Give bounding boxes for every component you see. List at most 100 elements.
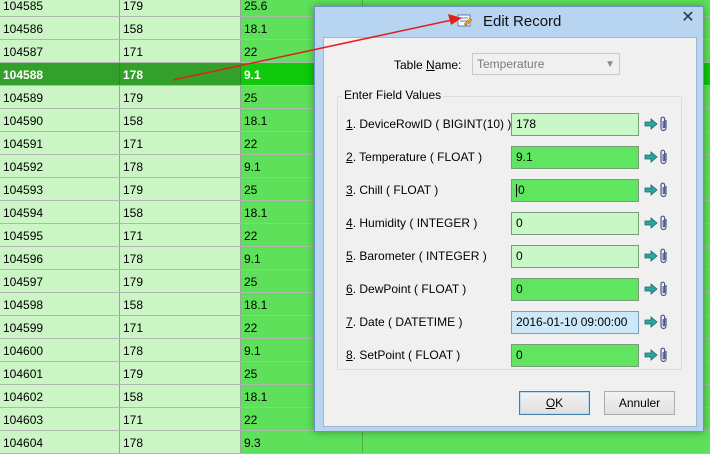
cell-id[interactable]: 104598 [0,293,120,315]
arrow-right-icon[interactable] [644,216,658,230]
cell-device[interactable]: 171 [120,132,241,154]
cell-id[interactable]: 104594 [0,201,120,223]
cell-device[interactable]: 179 [120,362,241,384]
field-input[interactable]: 0 [511,278,639,301]
cell-id[interactable]: 104597 [0,270,120,292]
arrow-right-icon[interactable] [644,183,658,197]
cell-id[interactable]: 104588 [0,63,120,85]
cell-blank[interactable] [363,431,710,453]
field-input[interactable]: 178 [511,113,639,136]
field-label: 6. DewPoint ( FLOAT ) [346,282,467,296]
cancel-button[interactable]: Annuler [604,391,675,415]
paperclip-icon[interactable] [659,313,669,331]
field-label: 8. SetPoint ( FLOAT ) [346,348,461,362]
arrow-right-icon[interactable] [644,249,658,263]
arrow-right-icon[interactable] [644,282,658,296]
dialog-body: Table Name: Temperature ▼ Enter Field Va… [323,37,697,427]
cell-device[interactable]: 179 [120,178,241,200]
cell-device[interactable]: 171 [120,408,241,430]
field-row: 7. Date ( DATETIME ) 2016-01-10 09:00:00 [338,311,681,335]
field-row: 1. DeviceRowID ( BIGINT(10) ) 178 [338,113,681,137]
field-input[interactable]: 2016-01-10 09:00:00 [511,311,639,334]
field-row: 3. Chill ( FLOAT ) 0 [338,179,681,203]
edit-record-dialog: Edit Record ✕ Table Name: Temperature ▼ … [314,6,704,432]
cell-device[interactable]: 178 [120,247,241,269]
text-cursor [516,184,517,198]
paperclip-icon[interactable] [659,214,669,232]
paperclip-icon[interactable] [659,346,669,364]
cell-id[interactable]: 104591 [0,132,120,154]
dialog-titlebar[interactable]: Edit Record ✕ [315,7,703,37]
cell-device[interactable]: 171 [120,224,241,246]
field-value: 0 [516,348,523,362]
cell-temperature[interactable]: 9.3 [241,431,363,453]
cell-id[interactable]: 104603 [0,408,120,430]
cell-id[interactable]: 104592 [0,155,120,177]
field-value: 0 [516,216,523,230]
cell-device[interactable]: 158 [120,385,241,407]
cell-device[interactable]: 178 [120,339,241,361]
paperclip-icon[interactable] [659,280,669,298]
cell-device[interactable]: 178 [120,431,241,453]
cell-id[interactable]: 104587 [0,40,120,62]
field-label: 5. Barometer ( INTEGER ) [346,249,487,263]
table-row[interactable]: 104604 178 9.3 [0,431,710,454]
arrow-right-icon[interactable] [644,117,658,131]
field-row: 2. Temperature ( FLOAT ) 9.1 [338,146,681,170]
field-label: 2. Temperature ( FLOAT ) [346,150,483,164]
close-button[interactable]: ✕ [679,9,697,27]
cell-id[interactable]: 104585 [0,0,120,16]
cell-id[interactable]: 104589 [0,86,120,108]
arrow-right-icon[interactable] [644,315,658,329]
paperclip-icon[interactable] [659,115,669,133]
field-value: 0 [518,183,525,197]
chevron-down-icon: ▼ [605,59,615,70]
cell-id[interactable]: 104586 [0,17,120,39]
field-input[interactable]: 0 [511,344,639,367]
arrow-right-icon[interactable] [644,150,658,164]
field-label: 3. Chill ( FLOAT ) [346,183,439,197]
cell-id[interactable]: 104604 [0,431,120,453]
field-input[interactable]: 9.1 [511,146,639,169]
field-label: 7. Date ( DATETIME ) [346,315,463,329]
cell-id[interactable]: 104599 [0,316,120,338]
cell-device[interactable]: 158 [120,293,241,315]
cell-id[interactable]: 104601 [0,362,120,384]
field-label: 4. Humidity ( INTEGER ) [346,216,478,230]
field-value: 0 [516,282,523,296]
field-values-group: Enter Field Values 1. DeviceRowID ( BIGI… [337,88,682,370]
table-name-label: Table Name: [394,58,462,72]
field-label: 1. DeviceRowID ( BIGINT(10) ) [346,117,512,131]
field-value: 178 [516,117,537,131]
cell-id[interactable]: 104596 [0,247,120,269]
table-name-select[interactable]: Temperature ▼ [472,53,620,75]
field-row: 8. SetPoint ( FLOAT ) 0 [338,344,681,368]
paperclip-icon[interactable] [659,181,669,199]
cell-device[interactable]: 179 [120,86,241,108]
cell-device[interactable]: 158 [120,17,241,39]
field-input[interactable]: 0 [511,179,639,202]
field-input[interactable]: 0 [511,245,639,268]
cell-device[interactable]: 171 [120,40,241,62]
cell-device[interactable]: 178 [120,63,241,85]
cell-id[interactable]: 104595 [0,224,120,246]
cell-device[interactable]: 179 [120,0,241,16]
field-row: 4. Humidity ( INTEGER ) 0 [338,212,681,236]
paperclip-icon[interactable] [659,148,669,166]
cell-id[interactable]: 104593 [0,178,120,200]
cell-id[interactable]: 104590 [0,109,120,131]
cell-id[interactable]: 104602 [0,385,120,407]
paperclip-icon[interactable] [659,247,669,265]
cell-device[interactable]: 158 [120,109,241,131]
cell-device[interactable]: 178 [120,155,241,177]
field-value: 9.1 [516,150,533,164]
cell-device[interactable]: 158 [120,201,241,223]
field-input[interactable]: 0 [511,212,639,235]
table-name-value: Temperature [477,57,545,71]
arrow-right-icon[interactable] [644,348,658,362]
cell-device[interactable]: 171 [120,316,241,338]
cell-device[interactable]: 179 [120,270,241,292]
field-value: 2016-01-10 09:00:00 [516,315,628,329]
ok-button[interactable]: OK [519,391,590,415]
cell-id[interactable]: 104600 [0,339,120,361]
